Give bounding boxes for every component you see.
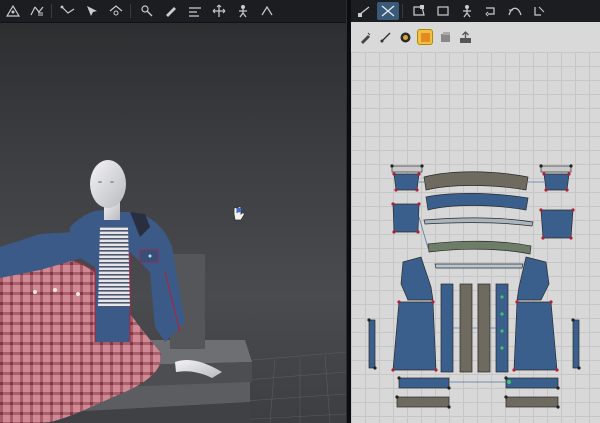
pattern-piece-collar-top[interactable] bbox=[423, 171, 529, 191]
toolbar-separator bbox=[402, 4, 403, 18]
internal-line-icon[interactable] bbox=[528, 2, 550, 20]
pattern-piece-back-panel-3[interactable] bbox=[477, 283, 491, 373]
pattern-piece-sleeve-strip-right[interactable] bbox=[572, 319, 580, 369]
select-mesh-icon[interactable] bbox=[81, 2, 103, 20]
move-icon[interactable] bbox=[208, 2, 230, 20]
export-icon[interactable] bbox=[457, 29, 473, 45]
striped-shirt bbox=[98, 227, 130, 307]
pattern-piece-sleeve-strip-left[interactable] bbox=[368, 319, 376, 369]
2d-pattern-window[interactable] bbox=[351, 0, 600, 423]
pin-tool-icon[interactable] bbox=[136, 2, 158, 20]
pattern-piece-waistband-2[interactable] bbox=[427, 240, 532, 255]
stitch-icon[interactable] bbox=[377, 29, 393, 45]
layer-icon[interactable] bbox=[437, 29, 453, 45]
brush-tool-icon[interactable] bbox=[160, 2, 182, 20]
polygon-icon[interactable] bbox=[408, 2, 430, 20]
pattern-piece-hem-right-1[interactable] bbox=[505, 377, 559, 389]
fabric-icon[interactable] bbox=[397, 29, 413, 45]
line-tool-icon[interactable] bbox=[57, 2, 79, 20]
edit-pattern-icon[interactable] bbox=[377, 2, 399, 20]
pattern-piece-waistband-3[interactable] bbox=[434, 263, 524, 269]
toolbar-separator bbox=[130, 4, 131, 18]
avatar-pose-icon[interactable] bbox=[232, 2, 254, 20]
pattern-piece-back-panel-2[interactable] bbox=[459, 283, 473, 373]
tack-icon[interactable] bbox=[26, 2, 48, 20]
pattern-piece-cuff-left[interactable] bbox=[391, 165, 423, 191]
toolbar-separator bbox=[51, 4, 52, 18]
3d-scene[interactable] bbox=[0, 22, 346, 423]
application-window bbox=[0, 0, 600, 423]
pattern-pieces-canvas[interactable] bbox=[351, 52, 600, 423]
cursor-hand-icon bbox=[233, 206, 245, 221]
texture-icon[interactable] bbox=[417, 29, 433, 45]
pattern-piece-hem-right-2[interactable] bbox=[505, 396, 559, 408]
fold-tool-icon[interactable] bbox=[105, 2, 127, 20]
pattern-piece-back-panel-1[interactable] bbox=[440, 283, 454, 373]
pattern-piece-hem-left-1[interactable] bbox=[398, 377, 450, 389]
rectangle-icon[interactable] bbox=[432, 2, 454, 20]
pattern-piece-front-left[interactable] bbox=[392, 256, 437, 371]
2d-toolbar bbox=[351, 0, 600, 22]
measure-icon[interactable] bbox=[184, 2, 206, 20]
transform-pattern-icon[interactable] bbox=[353, 2, 375, 20]
pattern-piece-hem-left-2[interactable] bbox=[396, 396, 450, 408]
brush-icon[interactable] bbox=[357, 29, 373, 45]
pattern-piece-yoke-left[interactable] bbox=[392, 203, 420, 233]
pattern-piece-cuff-right[interactable] bbox=[540, 165, 572, 191]
curve-point-icon[interactable] bbox=[504, 2, 526, 20]
free-sewing-icon[interactable] bbox=[480, 2, 502, 20]
pattern-piece-yoke-right[interactable] bbox=[540, 209, 574, 239]
3d-viewport[interactable] bbox=[0, 0, 346, 423]
3d-toolbar bbox=[0, 0, 346, 23]
pattern-piece-collar-band[interactable] bbox=[425, 193, 529, 211]
extra-tool-icon[interactable] bbox=[256, 2, 278, 20]
grid-select-icon[interactable] bbox=[2, 2, 24, 20]
2d-subtoolbar bbox=[351, 22, 600, 52]
pattern-piece-waistband-1[interactable] bbox=[423, 217, 534, 227]
pattern-piece-front-right[interactable] bbox=[513, 256, 558, 371]
segment-sewing-icon[interactable] bbox=[456, 2, 478, 20]
